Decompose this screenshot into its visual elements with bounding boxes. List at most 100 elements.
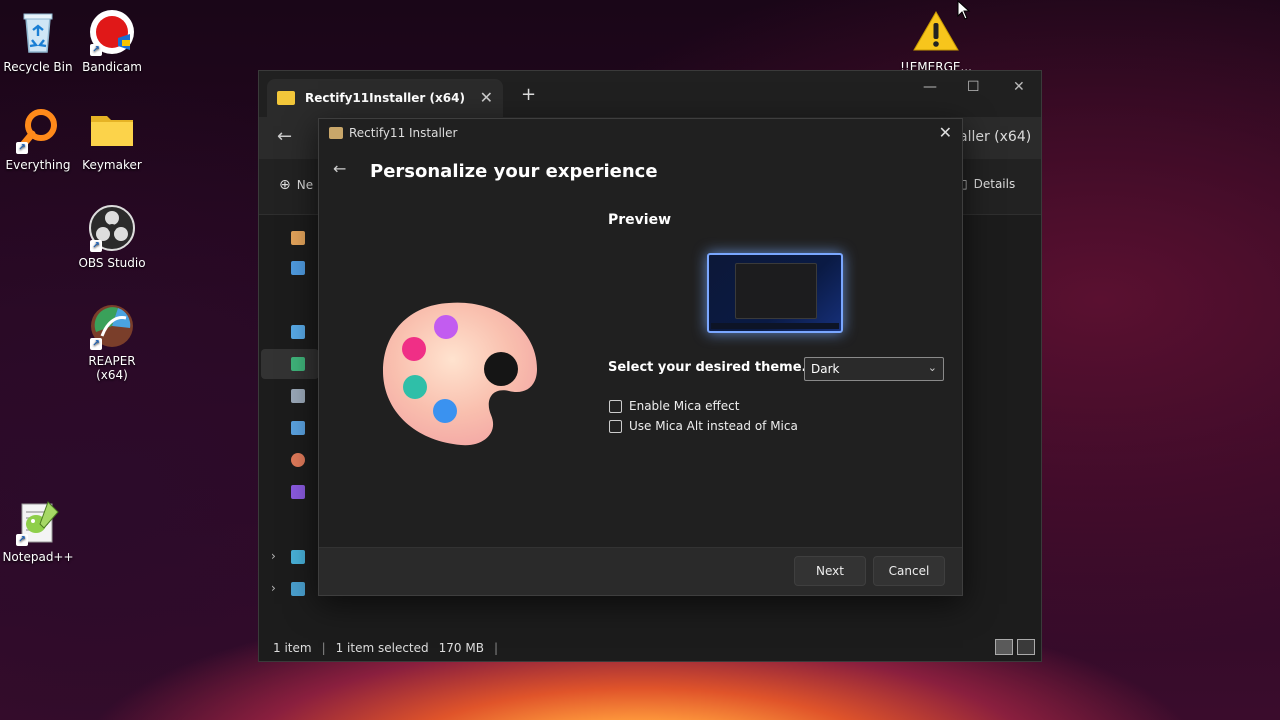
desktop-icon-reaper[interactable]: ↗ REAPER (x64) <box>74 302 150 382</box>
nav-item-music[interactable] <box>291 451 321 469</box>
document-icon <box>291 389 305 403</box>
cancel-button[interactable]: Cancel <box>873 556 945 586</box>
home-icon <box>291 231 305 245</box>
nav-item-documents[interactable] <box>291 387 321 405</box>
theme-selected-value: Dark <box>811 362 840 376</box>
desktop-icon-label: Bandicam <box>82 60 142 74</box>
back-arrow-icon[interactable]: ← <box>333 159 346 178</box>
explorer-tab[interactable]: Rectify11Installer (x64) ✕ <box>267 79 503 117</box>
nav-item-network[interactable] <box>291 580 321 598</box>
everything-search-icon: ↗ <box>14 106 62 154</box>
status-separator: | <box>493 641 498 655</box>
desktop-icon-label: Everything <box>5 158 71 172</box>
reaper-icon: ↗ <box>88 302 136 350</box>
status-selected: 1 item selected <box>335 641 429 655</box>
pc-icon <box>291 550 305 564</box>
gallery-icon <box>291 261 305 275</box>
address-path[interactable]: aller (x64) <box>959 129 1031 145</box>
explorer-tab-title: Rectify11Installer (x64) <box>305 91 465 105</box>
installer-dialog: Rectify11 Installer ✕ ← Personalize your… <box>318 118 963 596</box>
preview-window <box>735 263 817 319</box>
mica-alt-label: Use Mica Alt instead of Mica <box>629 419 798 433</box>
video-icon <box>291 485 305 499</box>
folder-icon <box>88 106 136 154</box>
explorer-tab-bar: Rectify11Installer (x64) ✕ + — ☐ ✕ <box>259 71 1041 117</box>
new-tab-icon[interactable]: + <box>521 84 536 105</box>
desktop-icon-keymaker[interactable]: Keymaker <box>74 106 150 172</box>
nav-item-downloads[interactable] <box>291 355 321 373</box>
details-label: Details <box>973 177 1016 191</box>
details-view-icon[interactable] <box>995 639 1013 655</box>
desktop-icon-everything[interactable]: ↗ Everything <box>0 106 76 172</box>
theme-label: Select your desired theme. <box>608 360 807 375</box>
desktop-icon-notepadpp[interactable]: ↗ Notepad++ <box>0 498 76 564</box>
nav-item-home[interactable] <box>291 229 321 247</box>
shortcut-arrow-icon: ↗ <box>16 142 28 154</box>
back-arrow-icon[interactable]: ← <box>277 126 292 147</box>
shortcut-arrow-icon: ↗ <box>90 44 102 56</box>
desktop-icon-bandicam[interactable]: ↗ Bandicam <box>74 8 150 74</box>
page-title: Personalize your experience <box>370 161 658 182</box>
desktop-icon-label: Notepad++ <box>2 550 74 564</box>
desktop-icon <box>291 325 305 339</box>
download-icon <box>291 357 305 371</box>
shortcut-arrow-icon: ↗ <box>16 534 28 546</box>
desktop-icon-label: REAPER (x64) <box>88 354 136 382</box>
nav-item-desktop[interactable] <box>291 323 321 341</box>
installer-title-bar: Rectify11 Installer ✕ <box>319 119 962 147</box>
new-label: Ne <box>296 178 314 192</box>
chevron-down-icon: ⌄ <box>927 361 937 374</box>
desktop-icon-label: Keymaker <box>82 158 142 172</box>
chevron-right-icon[interactable]: › <box>271 549 276 563</box>
status-bar: 1 item | 1 item selected 170 MB | <box>259 635 1041 661</box>
desktop-icon-label: Recycle Bin <box>3 60 73 74</box>
palette-illustration-icon <box>379 299 539 449</box>
close-dialog-icon[interactable]: ✕ <box>939 123 952 142</box>
obs-studio-icon: ↗ <box>88 204 136 252</box>
view-switcher <box>995 639 1035 655</box>
close-window-icon[interactable]: ✕ <box>1013 79 1025 95</box>
new-button[interactable]: ⊕ Ne <box>279 177 313 193</box>
mica-alt-option[interactable]: Use Mica Alt instead of Mica <box>609 419 798 433</box>
enable-mica-checkbox[interactable] <box>609 399 622 413</box>
network-icon <box>291 582 305 596</box>
mica-alt-checkbox[interactable] <box>609 419 622 433</box>
plus-circle-icon: ⊕ <box>279 177 291 193</box>
recycle-bin-icon <box>14 8 62 56</box>
nav-item-pictures[interactable] <box>291 419 321 437</box>
notepad-plus-plus-icon: ↗ <box>14 498 62 546</box>
shortcut-arrow-icon: ↗ <box>90 240 102 252</box>
status-item-count: 1 item <box>273 641 312 655</box>
pictures-icon <box>291 421 305 435</box>
nav-item-gallery[interactable] <box>291 259 321 277</box>
maximize-icon[interactable]: ☐ <box>967 79 980 95</box>
installer-header: ← Personalize your experience <box>319 147 962 197</box>
folder-icon <box>277 91 295 105</box>
bandicam-icon: ↗ <box>88 8 136 56</box>
desktop-icon-recycle-bin[interactable]: Recycle Bin <box>0 8 76 74</box>
theme-preview-image <box>707 253 843 333</box>
mouse-cursor-icon <box>957 0 971 24</box>
preview-label: Preview <box>608 212 672 228</box>
enable-mica-label: Enable Mica effect <box>629 399 740 413</box>
minimize-icon[interactable]: — <box>923 79 937 95</box>
nav-item-videos[interactable] <box>291 483 321 501</box>
shortcut-arrow-icon: ↗ <box>90 338 102 350</box>
theme-dropdown[interactable]: Dark ⌄ <box>804 357 944 381</box>
close-tab-icon[interactable]: ✕ <box>480 88 493 107</box>
desktop-icon-label: OBS Studio <box>78 256 146 270</box>
warning-icon <box>912 8 960 56</box>
next-button[interactable]: Next <box>794 556 866 586</box>
installer-footer: Next Cancel <box>319 547 962 595</box>
desktop-icon-obs-studio[interactable]: ↗ OBS Studio <box>74 204 150 270</box>
status-size: 170 MB <box>438 641 484 655</box>
preview-taskbar <box>711 323 839 329</box>
enable-mica-option[interactable]: Enable Mica effect <box>609 399 739 413</box>
music-icon <box>291 453 305 467</box>
installer-window-title: Rectify11 Installer <box>349 126 458 140</box>
installer-app-icon <box>329 127 343 139</box>
chevron-right-icon[interactable]: › <box>271 581 276 595</box>
details-button[interactable]: ▯ Details <box>961 177 1015 191</box>
nav-item-this-pc[interactable] <box>291 548 321 566</box>
tiles-view-icon[interactable] <box>1017 639 1035 655</box>
